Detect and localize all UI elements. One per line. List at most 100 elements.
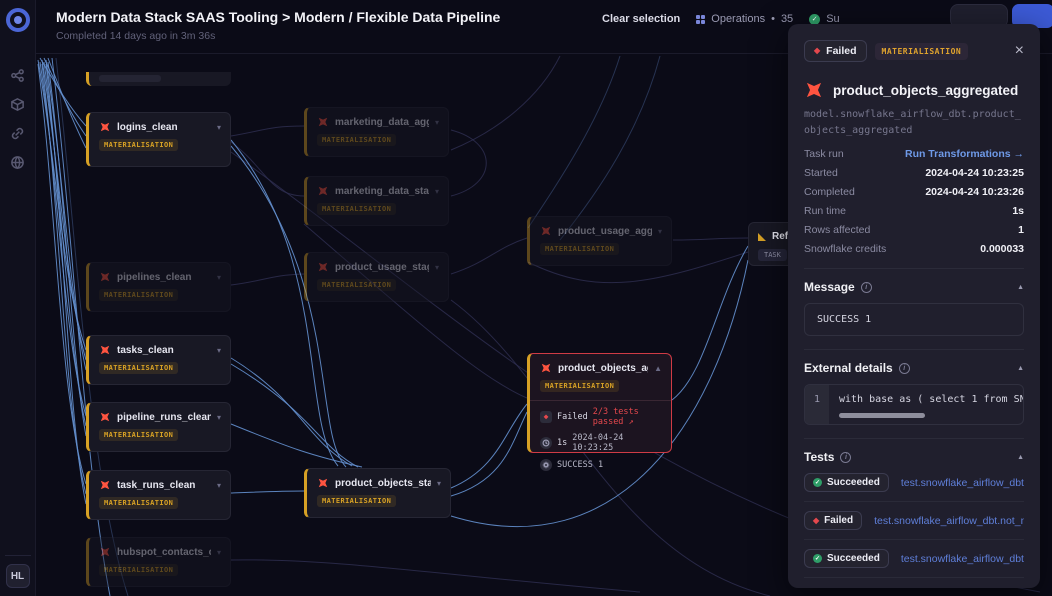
detail-row: Snowflake credits 0.000033 [804,243,1024,255]
node-title: task_runs_clean [117,480,195,491]
model-identifier: model.snowflake_airflow_dbt.product_obje… [804,107,1024,138]
node-marketing-data-aggregated[interactable]: marketing_data_aggregated ▾ MATERIALISAT… [304,107,449,157]
node-hubspot-contacts-clean[interactable]: hubspot_contacts_clean ▾ MATERIALISATION [86,537,231,587]
node-logins-clean[interactable]: logins_clean ▾ MATERIALISATION [86,112,231,167]
detail-label: Snowflake credits [804,243,886,255]
test-link[interactable]: test.snowflake_airflow_dbt.not_null_pr [874,515,1024,527]
node-partial-top[interactable] [86,72,231,86]
app-logo-icon[interactable] [6,8,30,32]
info-icon[interactable]: i [840,452,851,463]
collapse-icon[interactable]: ▲ [1017,365,1024,372]
dbt-icon [97,409,114,426]
node-title: logins_clean [117,122,178,133]
chevron-down-icon[interactable]: ▾ [217,273,221,282]
node-marketing-data-staging[interactable]: marketing_data_staging ▾ MATERIALISATION [304,176,449,226]
collapse-icon[interactable]: ▲ [1017,454,1024,461]
detail-row: Run time 1s [804,205,1024,217]
node-product-objects-aggregated-selected[interactable]: product_objects_aggregated ▲ MATERIALISA… [527,353,672,453]
sidebar-divider [5,555,31,556]
external-details-section: External details i ▲ 1 with base as ( se… [804,349,1024,425]
status-badge: ◆ Failed [804,40,867,62]
materialisation-badge: MATERIALISATION [99,362,178,374]
chevron-down-icon[interactable]: ▾ [217,123,221,132]
node-title: product_objects_staging [335,478,431,489]
failed-status-icon: ◆ [540,411,552,423]
detail-row: Started 2024-04-24 10:23:25 [804,167,1024,179]
detail-value: 0.000033 [980,243,1024,255]
node-product-usage-staging[interactable]: product_usage_staging ▾ MATERIALISATION [304,252,449,302]
code-line-number: 1 [805,385,829,424]
detail-value: 1s [1012,205,1024,217]
node-divider [530,400,671,401]
user-avatar[interactable]: HL [6,564,30,588]
dbt-icon [97,477,114,494]
node-title: hubspot_contacts_clean [117,547,211,558]
test-row: ◆ Failed test.snowflake_airflow_dbt.not_… [804,502,1024,540]
task-icon [758,233,766,241]
node-pipeline-runs-clean[interactable]: pipeline_runs_clean ▾ MATERIALISATION [86,402,231,452]
node-product-usage-aggregated[interactable]: product_usage_aggregated ▾ MATERIALISATI… [527,216,672,266]
materialisation-badge: MATERIALISATION [99,139,178,151]
node-timestamp: 2024-04-24 10:23:25 [572,433,662,453]
detail-value: 2024-04-24 10:23:25 [925,167,1024,179]
lineage-icon[interactable] [10,68,25,83]
task-run-link[interactable]: Run Transformations → [905,148,1024,160]
dot-separator: • [771,13,775,25]
node-task-runs-clean[interactable]: task_runs_clean ▾ MATERIALISATION [86,470,231,520]
node-title: pipelines_clean [117,272,191,283]
collapse-icon[interactable]: ▲ [1017,284,1024,291]
test-status-badge: ✓ Succeeded [804,549,889,568]
chevron-down-icon[interactable]: ▾ [217,346,221,355]
package-icon[interactable] [10,97,25,112]
dbt-icon [315,183,332,200]
message-content: SUCCESS 1 [804,303,1024,336]
message-section: Message i ▲ SUCCESS 1 [804,268,1024,336]
dbt-icon [800,76,828,104]
materialisation-badge: MATERIALISATION [317,134,396,146]
code-line: with base as ( select 1 from SNOWFLAKE [839,394,1023,405]
chevron-down-icon[interactable]: ▾ [217,548,221,557]
run-status-subtitle: Completed 14 days ago in 3m 36s [56,30,215,42]
external-details-heading: External details [804,361,893,375]
chevron-down-icon[interactable]: ▾ [217,481,221,490]
horizontal-scrollbar[interactable] [839,413,925,418]
tests-summary-link[interactable]: 2/3 tests passed ↗ [593,407,662,427]
info-icon[interactable]: i [899,363,910,374]
chevron-down-icon[interactable]: ▾ [435,187,439,196]
dbt-icon [538,223,555,240]
test-status-badge: ◆ Failed [804,511,862,530]
dbt-icon [97,342,114,359]
materialisation-badge: MATERIALISATION [540,243,619,255]
globe-icon[interactable] [10,155,25,170]
node-title: pipeline_runs_clean [117,412,211,423]
detail-label: Task run [804,148,844,160]
test-status-label: Succeeded [827,477,880,488]
detail-value: 2024-04-24 10:23:26 [925,186,1024,198]
test-link[interactable]: test.snowflake_airflow_dbt.unique_pro [901,477,1024,489]
materialisation-badge: MATERIALISATION [317,495,396,507]
link-icon[interactable] [10,126,25,141]
type-badge: MATERIALISATION [875,43,969,60]
node-status: Failed [557,412,588,422]
materialisation-badge: MATERIALISATION [99,497,178,509]
info-icon[interactable]: i [861,282,872,293]
test-link[interactable]: test.snowflake_airflow_dbt.not_null_pr [901,553,1024,565]
chevron-down-icon[interactable]: ▾ [658,227,662,236]
close-icon[interactable]: × [1015,43,1024,59]
chevron-down-icon[interactable]: ▾ [435,263,439,272]
node-product-objects-staging[interactable]: product_objects_staging ▾ MATERIALISATIO… [304,468,451,518]
node-tasks-clean[interactable]: tasks_clean ▾ MATERIALISATION [86,335,231,385]
operations-label: Operations [711,13,765,25]
dbt-icon [538,360,555,377]
task-badge: TASK [758,249,787,261]
materialisation-badge: MATERIALISATION [540,380,619,392]
chevron-down-icon[interactable]: ▾ [435,118,439,127]
chevron-down-icon[interactable]: ▾ [217,413,221,422]
message-heading: Message [804,280,855,294]
chevron-up-icon[interactable]: ▲ [654,364,662,373]
node-pipelines-clean[interactable]: pipelines_clean ▾ MATERIALISATION [86,262,231,312]
clear-selection-button[interactable]: Clear selection [602,13,680,25]
materialisation-badge: MATERIALISATION [317,203,396,215]
node-runtime: 1s [557,438,567,448]
chevron-down-icon[interactable]: ▾ [437,479,441,488]
